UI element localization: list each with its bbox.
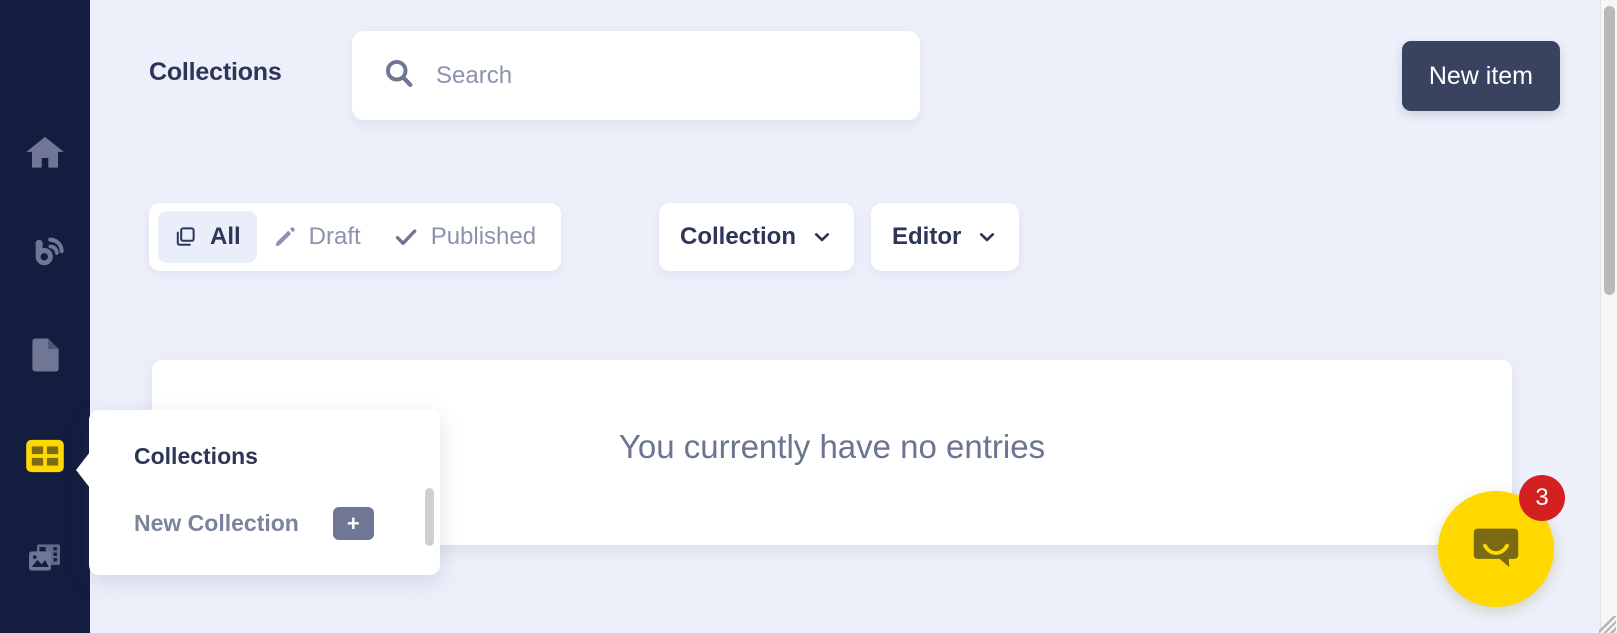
chevron-down-icon	[811, 226, 833, 248]
filter-tab-published-label: Published	[430, 223, 537, 250]
page-title: Collections	[149, 58, 282, 86]
page-scrollbar-track[interactable]	[1600, 0, 1617, 633]
home-icon	[23, 131, 67, 175]
search-icon	[382, 56, 416, 95]
new-collection-row[interactable]: New Collection +	[134, 507, 374, 540]
check-icon	[393, 224, 419, 250]
media-image-icon	[23, 536, 67, 580]
sidebar-item-blog[interactable]	[0, 221, 90, 287]
copy-layers-icon	[174, 225, 198, 249]
sidebar-item-home[interactable]	[0, 120, 90, 186]
chevron-down-icon	[976, 226, 998, 248]
sidebar	[0, 0, 90, 633]
blog-rss-icon	[23, 232, 67, 276]
new-item-button[interactable]: New item	[1401, 41, 1560, 111]
grid-collections-icon	[22, 433, 68, 479]
app-window: Collections Search New item All Draft Pu…	[0, 0, 1617, 633]
search-input[interactable]: Search	[352, 31, 920, 120]
chat-unread-badge[interactable]: 3	[1519, 475, 1565, 521]
editor-dropdown[interactable]: Editor	[871, 203, 1020, 271]
search-placeholder: Search	[436, 61, 513, 89]
sidebar-item-media[interactable]	[0, 525, 90, 591]
document-icon	[24, 334, 66, 376]
collection-dropdown[interactable]: Collection	[659, 203, 855, 271]
editor-dropdown-label: Editor	[892, 223, 962, 250]
sidebar-item-pages[interactable]	[0, 322, 90, 388]
filter-tab-all-label: All	[210, 223, 241, 250]
page-scrollbar-thumb[interactable]	[1604, 6, 1615, 295]
collection-dropdown-label: Collection	[680, 223, 797, 250]
window-resize-grip[interactable]	[1599, 616, 1616, 633]
filter-tab-published[interactable]: Published	[377, 211, 552, 263]
collections-flyout-panel: Collections New Collection +	[76, 410, 440, 575]
filter-tab-all[interactable]: All	[158, 211, 257, 263]
add-collection-button[interactable]: +	[332, 507, 374, 540]
filter-tab-draft-label: Draft	[308, 223, 361, 250]
filter-tab-draft[interactable]: Draft	[257, 211, 377, 263]
flyout-title: Collections	[134, 443, 258, 469]
flyout-scrollbar-thumb[interactable]	[425, 488, 434, 546]
new-collection-label: New Collection	[134, 510, 299, 536]
chat-bubble-icon	[1467, 519, 1525, 580]
filter-tab-group: All Draft Published	[149, 203, 562, 271]
pencil-icon	[273, 225, 297, 249]
